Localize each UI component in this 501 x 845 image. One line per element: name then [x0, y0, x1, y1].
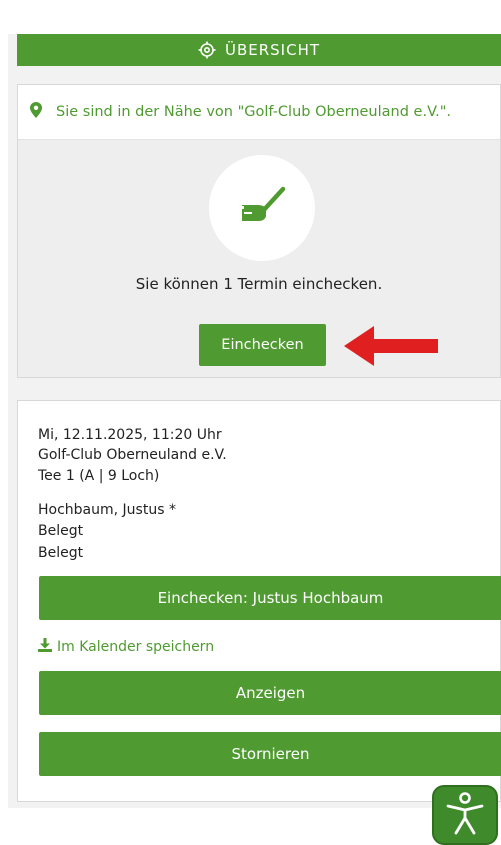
player-2: Belegt: [38, 523, 84, 539]
left-margin: [0, 34, 8, 845]
target-icon: [198, 41, 216, 59]
booking-tee: Tee 1 (A | 9 Loch): [38, 468, 160, 484]
booking-card: Mi, 12.11.2025, 11:20 Uhr Golf-Club Ober…: [17, 400, 501, 802]
accessibility-button[interactable]: [432, 785, 498, 845]
booking-datetime: Mi, 12.11.2025, 11:20 Uhr: [38, 427, 222, 443]
download-icon: [38, 638, 52, 656]
accessibility-icon: [445, 791, 485, 839]
map-marker-icon: [30, 102, 42, 122]
cancel-button[interactable]: Stornieren: [39, 732, 501, 776]
checkin-message: Sie können 1 Termin einchecken.: [135, 275, 383, 293]
golf-club-icon: [238, 186, 286, 230]
location-text: Sie sind in der Nähe von "Golf-Club Ober…: [56, 104, 452, 120]
header-title: ÜBERSICHT: [224, 41, 321, 59]
overview-header[interactable]: ÜBERSICHT: [17, 34, 501, 66]
booking-club: Golf-Club Oberneuland e.V.: [38, 447, 227, 463]
checkin-button[interactable]: Einchecken: [199, 324, 326, 366]
calendar-link[interactable]: Im Kalender speichern: [38, 638, 214, 656]
checkin-player-button[interactable]: Einchecken: Justus Hochbaum: [39, 576, 501, 620]
player-3: Belegt: [38, 545, 84, 561]
golf-club-icon-circle: [209, 155, 315, 261]
show-button[interactable]: Anzeigen: [39, 671, 501, 715]
location-notice: Sie sind in der Nähe von "Golf-Club Ober…: [18, 85, 500, 140]
calendar-link-label: Im Kalender speichern: [57, 639, 215, 655]
top-margin: [0, 0, 501, 34]
bottom-margin: [0, 808, 501, 845]
red-arrow-annotation: [344, 326, 438, 366]
player-1: Hochbaum, Justus *: [38, 502, 176, 518]
